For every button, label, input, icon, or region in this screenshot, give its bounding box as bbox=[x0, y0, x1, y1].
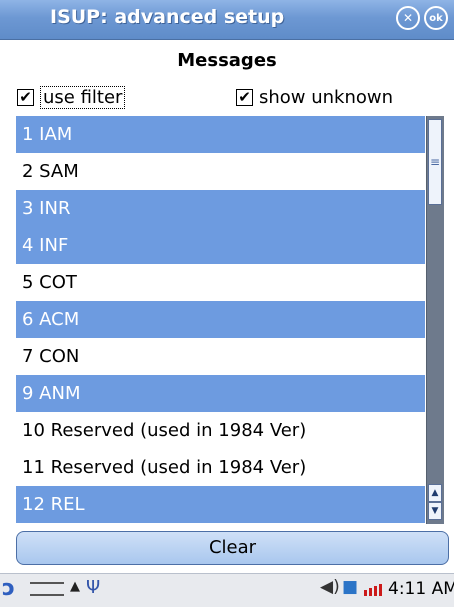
use-filter-checkbox[interactable]: ✔ use filter bbox=[17, 84, 126, 110]
antenna-icon[interactable]: Ψ bbox=[86, 577, 100, 598]
start-menu-icon[interactable]: ↄ bbox=[2, 576, 15, 601]
list-item[interactable]: 5 COT bbox=[16, 264, 425, 301]
scroll-up-arrow-icon[interactable]: ▲ bbox=[428, 484, 442, 502]
list-item[interactable]: 7 CON bbox=[16, 338, 425, 375]
speaker-icon[interactable]: ◀) bbox=[320, 577, 340, 597]
ok-button[interactable]: ok bbox=[424, 6, 448, 30]
use-filter-label: use filter bbox=[40, 85, 126, 109]
scroll-down-arrow-icon[interactable]: ▼ bbox=[428, 502, 442, 520]
messages-heading: Messages bbox=[177, 50, 277, 71]
close-icon[interactable]: ✕ bbox=[396, 6, 420, 30]
list-item[interactable]: 3 INR bbox=[16, 190, 425, 227]
list-scrollbar[interactable]: ≡ ▲ ▼ bbox=[426, 116, 444, 524]
show-unknown-label: show unknown bbox=[259, 86, 394, 108]
list-item[interactable]: 12 REL bbox=[16, 486, 425, 523]
list-item[interactable]: 4 INF bbox=[16, 227, 425, 264]
list-item[interactable]: 6 ACM bbox=[16, 301, 425, 338]
taskbar: ↄ ▲ Ψ ◀) ■ 4:11 AM bbox=[0, 573, 454, 607]
title-bar: ISUP: advanced setup ✕ ok bbox=[0, 0, 454, 40]
list-item[interactable]: 1 IAM bbox=[16, 116, 425, 153]
keyboard-icon[interactable] bbox=[30, 582, 64, 596]
checkbox-icon[interactable]: ✔ bbox=[17, 88, 34, 106]
clock[interactable]: 4:11 AM bbox=[388, 579, 454, 599]
scrollbar-thumb[interactable]: ≡ bbox=[428, 119, 442, 205]
show-unknown-checkbox[interactable]: ✔ show unknown bbox=[236, 84, 393, 110]
up-arrow-icon[interactable]: ▲ bbox=[70, 579, 80, 594]
list-item[interactable]: 2 SAM bbox=[16, 153, 425, 190]
list-item[interactable]: 11 Reserved (used in 1984 Ver) bbox=[16, 449, 425, 486]
message-list[interactable]: 1 IAM 2 SAM 3 INR 4 INF 5 COT 6 ACM 7 CO… bbox=[16, 116, 425, 524]
window-title: ISUP: advanced setup bbox=[50, 6, 285, 28]
list-item[interactable]: 10 Reserved (used in 1984 Ver) bbox=[16, 412, 425, 449]
battery-icon[interactable] bbox=[364, 584, 384, 596]
network-icon[interactable]: ■ bbox=[342, 577, 358, 597]
checkbox-icon[interactable]: ✔ bbox=[236, 88, 253, 106]
list-item[interactable]: 9 ANM bbox=[16, 375, 425, 412]
clear-button[interactable]: Clear bbox=[16, 531, 449, 565]
